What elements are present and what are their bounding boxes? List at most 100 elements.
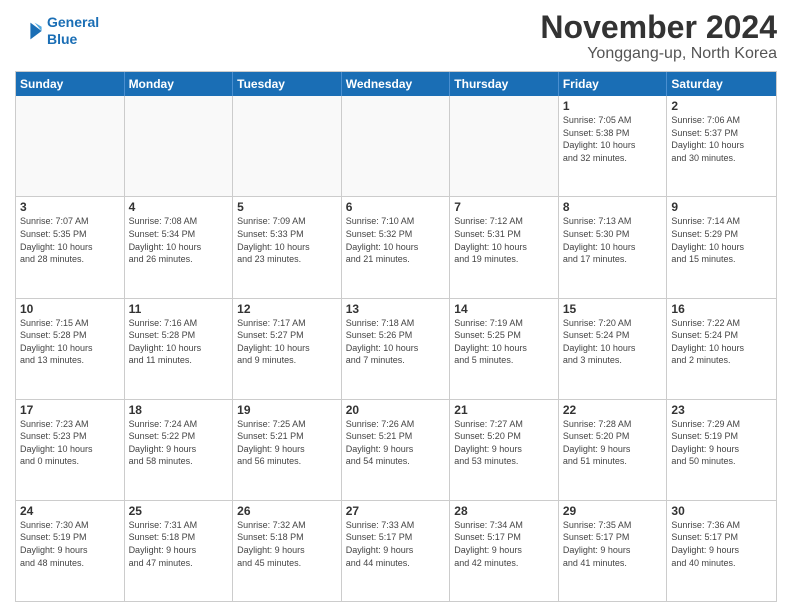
day-info: Sunrise: 7:28 AM Sunset: 5:20 PM Dayligh… (563, 418, 663, 468)
day-info: Sunrise: 7:33 AM Sunset: 5:17 PM Dayligh… (346, 519, 446, 569)
day-cell-9: 9Sunrise: 7:14 AM Sunset: 5:29 PM Daylig… (667, 197, 776, 297)
day-info: Sunrise: 7:14 AM Sunset: 5:29 PM Dayligh… (671, 215, 772, 265)
day-cell-2: 2Sunrise: 7:06 AM Sunset: 5:37 PM Daylig… (667, 96, 776, 196)
day-number: 10 (20, 302, 120, 316)
week-row-0: 1Sunrise: 7:05 AM Sunset: 5:38 PM Daylig… (16, 96, 776, 196)
day-cell-26: 26Sunrise: 7:32 AM Sunset: 5:18 PM Dayli… (233, 501, 342, 601)
day-number: 1 (563, 99, 663, 113)
day-number: 16 (671, 302, 772, 316)
header-day-friday: Friday (559, 72, 668, 96)
day-info: Sunrise: 7:31 AM Sunset: 5:18 PM Dayligh… (129, 519, 229, 569)
day-number: 24 (20, 504, 120, 518)
week-row-4: 24Sunrise: 7:30 AM Sunset: 5:19 PM Dayli… (16, 500, 776, 601)
calendar-subtitle: Yonggang-up, North Korea (540, 45, 777, 63)
week-row-2: 10Sunrise: 7:15 AM Sunset: 5:28 PM Dayli… (16, 298, 776, 399)
day-number: 9 (671, 200, 772, 214)
day-info: Sunrise: 7:32 AM Sunset: 5:18 PM Dayligh… (237, 519, 337, 569)
empty-cell-0-2 (233, 96, 342, 196)
day-cell-12: 12Sunrise: 7:17 AM Sunset: 5:27 PM Dayli… (233, 299, 342, 399)
empty-cell-0-3 (342, 96, 451, 196)
day-number: 3 (20, 200, 120, 214)
week-row-3: 17Sunrise: 7:23 AM Sunset: 5:23 PM Dayli… (16, 399, 776, 500)
day-info: Sunrise: 7:09 AM Sunset: 5:33 PM Dayligh… (237, 215, 337, 265)
day-number: 23 (671, 403, 772, 417)
day-cell-6: 6Sunrise: 7:10 AM Sunset: 5:32 PM Daylig… (342, 197, 451, 297)
day-cell-11: 11Sunrise: 7:16 AM Sunset: 5:28 PM Dayli… (125, 299, 234, 399)
day-info: Sunrise: 7:25 AM Sunset: 5:21 PM Dayligh… (237, 418, 337, 468)
empty-cell-0-1 (125, 96, 234, 196)
day-number: 19 (237, 403, 337, 417)
day-info: Sunrise: 7:36 AM Sunset: 5:17 PM Dayligh… (671, 519, 772, 569)
day-number: 20 (346, 403, 446, 417)
day-info: Sunrise: 7:17 AM Sunset: 5:27 PM Dayligh… (237, 317, 337, 367)
day-number: 15 (563, 302, 663, 316)
day-info: Sunrise: 7:27 AM Sunset: 5:20 PM Dayligh… (454, 418, 554, 468)
day-number: 11 (129, 302, 229, 316)
header-day-tuesday: Tuesday (233, 72, 342, 96)
day-info: Sunrise: 7:26 AM Sunset: 5:21 PM Dayligh… (346, 418, 446, 468)
day-info: Sunrise: 7:16 AM Sunset: 5:28 PM Dayligh… (129, 317, 229, 367)
day-number: 28 (454, 504, 554, 518)
day-cell-19: 19Sunrise: 7:25 AM Sunset: 5:21 PM Dayli… (233, 400, 342, 500)
day-info: Sunrise: 7:06 AM Sunset: 5:37 PM Dayligh… (671, 114, 772, 164)
day-info: Sunrise: 7:08 AM Sunset: 5:34 PM Dayligh… (129, 215, 229, 265)
day-cell-20: 20Sunrise: 7:26 AM Sunset: 5:21 PM Dayli… (342, 400, 451, 500)
day-info: Sunrise: 7:12 AM Sunset: 5:31 PM Dayligh… (454, 215, 554, 265)
page: General Blue November 2024 Yonggang-up, … (0, 0, 792, 612)
logo-line1: General (47, 14, 99, 30)
header-day-saturday: Saturday (667, 72, 776, 96)
day-number: 13 (346, 302, 446, 316)
day-info: Sunrise: 7:35 AM Sunset: 5:17 PM Dayligh… (563, 519, 663, 569)
calendar: SundayMondayTuesdayWednesdayThursdayFrid… (15, 71, 777, 602)
day-cell-17: 17Sunrise: 7:23 AM Sunset: 5:23 PM Dayli… (16, 400, 125, 500)
day-cell-29: 29Sunrise: 7:35 AM Sunset: 5:17 PM Dayli… (559, 501, 668, 601)
day-number: 22 (563, 403, 663, 417)
day-cell-13: 13Sunrise: 7:18 AM Sunset: 5:26 PM Dayli… (342, 299, 451, 399)
day-cell-8: 8Sunrise: 7:13 AM Sunset: 5:30 PM Daylig… (559, 197, 668, 297)
day-info: Sunrise: 7:18 AM Sunset: 5:26 PM Dayligh… (346, 317, 446, 367)
day-cell-14: 14Sunrise: 7:19 AM Sunset: 5:25 PM Dayli… (450, 299, 559, 399)
empty-cell-0-0 (16, 96, 125, 196)
day-info: Sunrise: 7:13 AM Sunset: 5:30 PM Dayligh… (563, 215, 663, 265)
day-cell-24: 24Sunrise: 7:30 AM Sunset: 5:19 PM Dayli… (16, 501, 125, 601)
day-cell-1: 1Sunrise: 7:05 AM Sunset: 5:38 PM Daylig… (559, 96, 668, 196)
calendar-body: 1Sunrise: 7:05 AM Sunset: 5:38 PM Daylig… (16, 96, 776, 601)
day-number: 14 (454, 302, 554, 316)
day-info: Sunrise: 7:15 AM Sunset: 5:28 PM Dayligh… (20, 317, 120, 367)
day-cell-7: 7Sunrise: 7:12 AM Sunset: 5:31 PM Daylig… (450, 197, 559, 297)
calendar-header: SundayMondayTuesdayWednesdayThursdayFrid… (16, 72, 776, 96)
day-number: 26 (237, 504, 337, 518)
day-info: Sunrise: 7:22 AM Sunset: 5:24 PM Dayligh… (671, 317, 772, 367)
day-cell-4: 4Sunrise: 7:08 AM Sunset: 5:34 PM Daylig… (125, 197, 234, 297)
day-cell-16: 16Sunrise: 7:22 AM Sunset: 5:24 PM Dayli… (667, 299, 776, 399)
day-number: 4 (129, 200, 229, 214)
title-block: November 2024 Yonggang-up, North Korea (540, 10, 777, 63)
day-cell-5: 5Sunrise: 7:09 AM Sunset: 5:33 PM Daylig… (233, 197, 342, 297)
day-info: Sunrise: 7:07 AM Sunset: 5:35 PM Dayligh… (20, 215, 120, 265)
day-number: 21 (454, 403, 554, 417)
day-cell-23: 23Sunrise: 7:29 AM Sunset: 5:19 PM Dayli… (667, 400, 776, 500)
day-cell-25: 25Sunrise: 7:31 AM Sunset: 5:18 PM Dayli… (125, 501, 234, 601)
day-number: 5 (237, 200, 337, 214)
day-number: 17 (20, 403, 120, 417)
day-info: Sunrise: 7:24 AM Sunset: 5:22 PM Dayligh… (129, 418, 229, 468)
logo-icon (15, 17, 43, 45)
day-number: 30 (671, 504, 772, 518)
day-info: Sunrise: 7:30 AM Sunset: 5:19 PM Dayligh… (20, 519, 120, 569)
day-number: 2 (671, 99, 772, 113)
day-cell-18: 18Sunrise: 7:24 AM Sunset: 5:22 PM Dayli… (125, 400, 234, 500)
calendar-title: November 2024 (540, 10, 777, 45)
week-row-1: 3Sunrise: 7:07 AM Sunset: 5:35 PM Daylig… (16, 196, 776, 297)
day-info: Sunrise: 7:29 AM Sunset: 5:19 PM Dayligh… (671, 418, 772, 468)
day-cell-30: 30Sunrise: 7:36 AM Sunset: 5:17 PM Dayli… (667, 501, 776, 601)
empty-cell-0-4 (450, 96, 559, 196)
header-day-thursday: Thursday (450, 72, 559, 96)
day-number: 6 (346, 200, 446, 214)
day-info: Sunrise: 7:10 AM Sunset: 5:32 PM Dayligh… (346, 215, 446, 265)
logo-line2: Blue (47, 31, 77, 47)
header-day-wednesday: Wednesday (342, 72, 451, 96)
day-number: 27 (346, 504, 446, 518)
day-info: Sunrise: 7:20 AM Sunset: 5:24 PM Dayligh… (563, 317, 663, 367)
header-day-monday: Monday (125, 72, 234, 96)
day-number: 18 (129, 403, 229, 417)
